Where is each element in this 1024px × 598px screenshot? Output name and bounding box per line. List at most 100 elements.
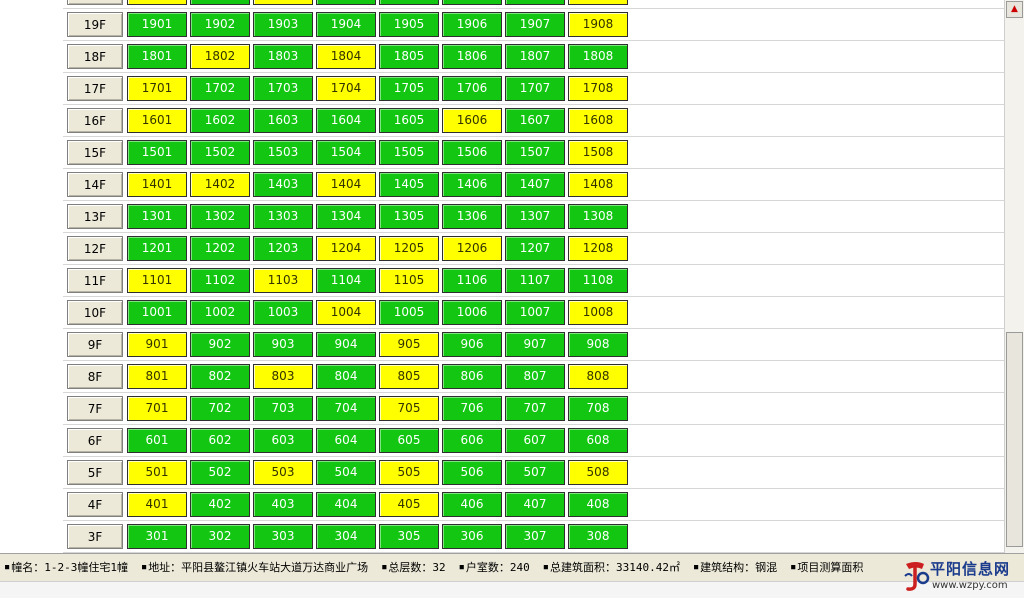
unit-button[interactable]: 1901 (127, 12, 187, 37)
unit-button[interactable]: 1908 (568, 12, 628, 37)
unit-button[interactable]: 1003 (253, 300, 313, 325)
unit-button[interactable]: 704 (316, 396, 376, 421)
unit-button[interactable]: 1007 (505, 300, 565, 325)
unit-button[interactable]: 1602 (190, 108, 250, 133)
unit-button[interactable]: 902 (190, 332, 250, 357)
unit-button[interactable]: 2007 (505, 0, 565, 5)
unit-button[interactable]: 1301 (127, 204, 187, 229)
unit-button[interactable]: 1505 (379, 140, 439, 165)
unit-button[interactable]: 1102 (190, 268, 250, 293)
unit-button[interactable]: 1307 (505, 204, 565, 229)
unit-button[interactable]: 904 (316, 332, 376, 357)
floor-button[interactable]: 4F (67, 492, 123, 517)
unit-button[interactable]: 1801 (127, 44, 187, 69)
unit-button[interactable]: 1001 (127, 300, 187, 325)
unit-button[interactable]: 1207 (505, 236, 565, 261)
unit-button[interactable]: 304 (316, 524, 376, 549)
unit-button[interactable]: 403 (253, 492, 313, 517)
unit-button[interactable]: 2005 (379, 0, 439, 5)
unit-button[interactable]: 1006 (442, 300, 502, 325)
unit-button[interactable]: 402 (190, 492, 250, 517)
scroll-thumb[interactable] (1006, 332, 1023, 547)
unit-button[interactable]: 808 (568, 364, 628, 389)
unit-button[interactable]: 2001 (127, 0, 187, 5)
unit-button[interactable]: 905 (379, 332, 439, 357)
unit-button[interactable]: 407 (505, 492, 565, 517)
unit-button[interactable]: 1101 (127, 268, 187, 293)
unit-button[interactable]: 1105 (379, 268, 439, 293)
unit-button[interactable]: 1403 (253, 172, 313, 197)
unit-button[interactable]: 907 (505, 332, 565, 357)
unit-button[interactable]: 2004 (316, 0, 376, 5)
unit-button[interactable]: 1008 (568, 300, 628, 325)
unit-button[interactable]: 906 (442, 332, 502, 357)
unit-button[interactable]: 1404 (316, 172, 376, 197)
unit-button[interactable]: 1504 (316, 140, 376, 165)
unit-button[interactable]: 2006 (442, 0, 502, 5)
unit-button[interactable]: 501 (127, 460, 187, 485)
unit-button[interactable]: 802 (190, 364, 250, 389)
unit-button[interactable]: 507 (505, 460, 565, 485)
unit-button[interactable]: 1203 (253, 236, 313, 261)
floor-button[interactable]: 14F (67, 172, 123, 197)
unit-button[interactable]: 1302 (190, 204, 250, 229)
unit-button[interactable]: 1303 (253, 204, 313, 229)
unit-button[interactable]: 804 (316, 364, 376, 389)
unit-button[interactable]: 301 (127, 524, 187, 549)
unit-button[interactable]: 503 (253, 460, 313, 485)
unit-button[interactable]: 1201 (127, 236, 187, 261)
unit-button[interactable]: 502 (190, 460, 250, 485)
floor-button[interactable]: 9F (67, 332, 123, 357)
unit-button[interactable]: 1205 (379, 236, 439, 261)
unit-button[interactable]: 1002 (190, 300, 250, 325)
unit-button[interactable]: 1603 (253, 108, 313, 133)
unit-button[interactable]: 1905 (379, 12, 439, 37)
unit-button[interactable]: 506 (442, 460, 502, 485)
unit-button[interactable]: 605 (379, 428, 439, 453)
unit-button[interactable]: 1601 (127, 108, 187, 133)
unit-button[interactable]: 1204 (316, 236, 376, 261)
unit-button[interactable]: 1702 (190, 76, 250, 101)
floor-button[interactable]: 5F (67, 460, 123, 485)
unit-button[interactable]: 1705 (379, 76, 439, 101)
floor-button[interactable]: 15F (67, 140, 123, 165)
unit-button[interactable]: 1308 (568, 204, 628, 229)
unit-button[interactable]: 1607 (505, 108, 565, 133)
unit-button[interactable]: 303 (253, 524, 313, 549)
unit-button[interactable]: 405 (379, 492, 439, 517)
unit-button[interactable]: 1604 (316, 108, 376, 133)
unit-button[interactable]: 1104 (316, 268, 376, 293)
unit-button[interactable]: 1804 (316, 44, 376, 69)
unit-button[interactable]: 307 (505, 524, 565, 549)
unit-button[interactable]: 604 (316, 428, 376, 453)
unit-button[interactable]: 2003 (253, 0, 313, 5)
unit-button[interactable]: 1106 (442, 268, 502, 293)
floor-button[interactable]: 7F (67, 396, 123, 421)
unit-button[interactable]: 1605 (379, 108, 439, 133)
unit-button[interactable]: 408 (568, 492, 628, 517)
unit-button[interactable]: 1904 (316, 12, 376, 37)
unit-button[interactable]: 1704 (316, 76, 376, 101)
unit-button[interactable]: 1706 (442, 76, 502, 101)
unit-button[interactable]: 1005 (379, 300, 439, 325)
unit-button[interactable]: 801 (127, 364, 187, 389)
unit-button[interactable]: 1708 (568, 76, 628, 101)
unit-button[interactable]: 602 (190, 428, 250, 453)
unit-button[interactable]: 1206 (442, 236, 502, 261)
unit-button[interactable]: 606 (442, 428, 502, 453)
scroll-up-button[interactable]: ▲ (1006, 1, 1023, 18)
unit-button[interactable]: 607 (505, 428, 565, 453)
unit-button[interactable]: 708 (568, 396, 628, 421)
unit-button[interactable]: 1608 (568, 108, 628, 133)
unit-button[interactable]: 806 (442, 364, 502, 389)
unit-button[interactable]: 2008 (568, 0, 628, 5)
unit-button[interactable]: 1703 (253, 76, 313, 101)
unit-button[interactable]: 505 (379, 460, 439, 485)
unit-button[interactable]: 805 (379, 364, 439, 389)
vertical-scrollbar[interactable]: ▲ (1004, 0, 1024, 553)
unit-button[interactable]: 1501 (127, 140, 187, 165)
unit-button[interactable]: 1903 (253, 12, 313, 37)
unit-button[interactable]: 601 (127, 428, 187, 453)
unit-button[interactable]: 1502 (190, 140, 250, 165)
floor-button[interactable]: 12F (67, 236, 123, 261)
